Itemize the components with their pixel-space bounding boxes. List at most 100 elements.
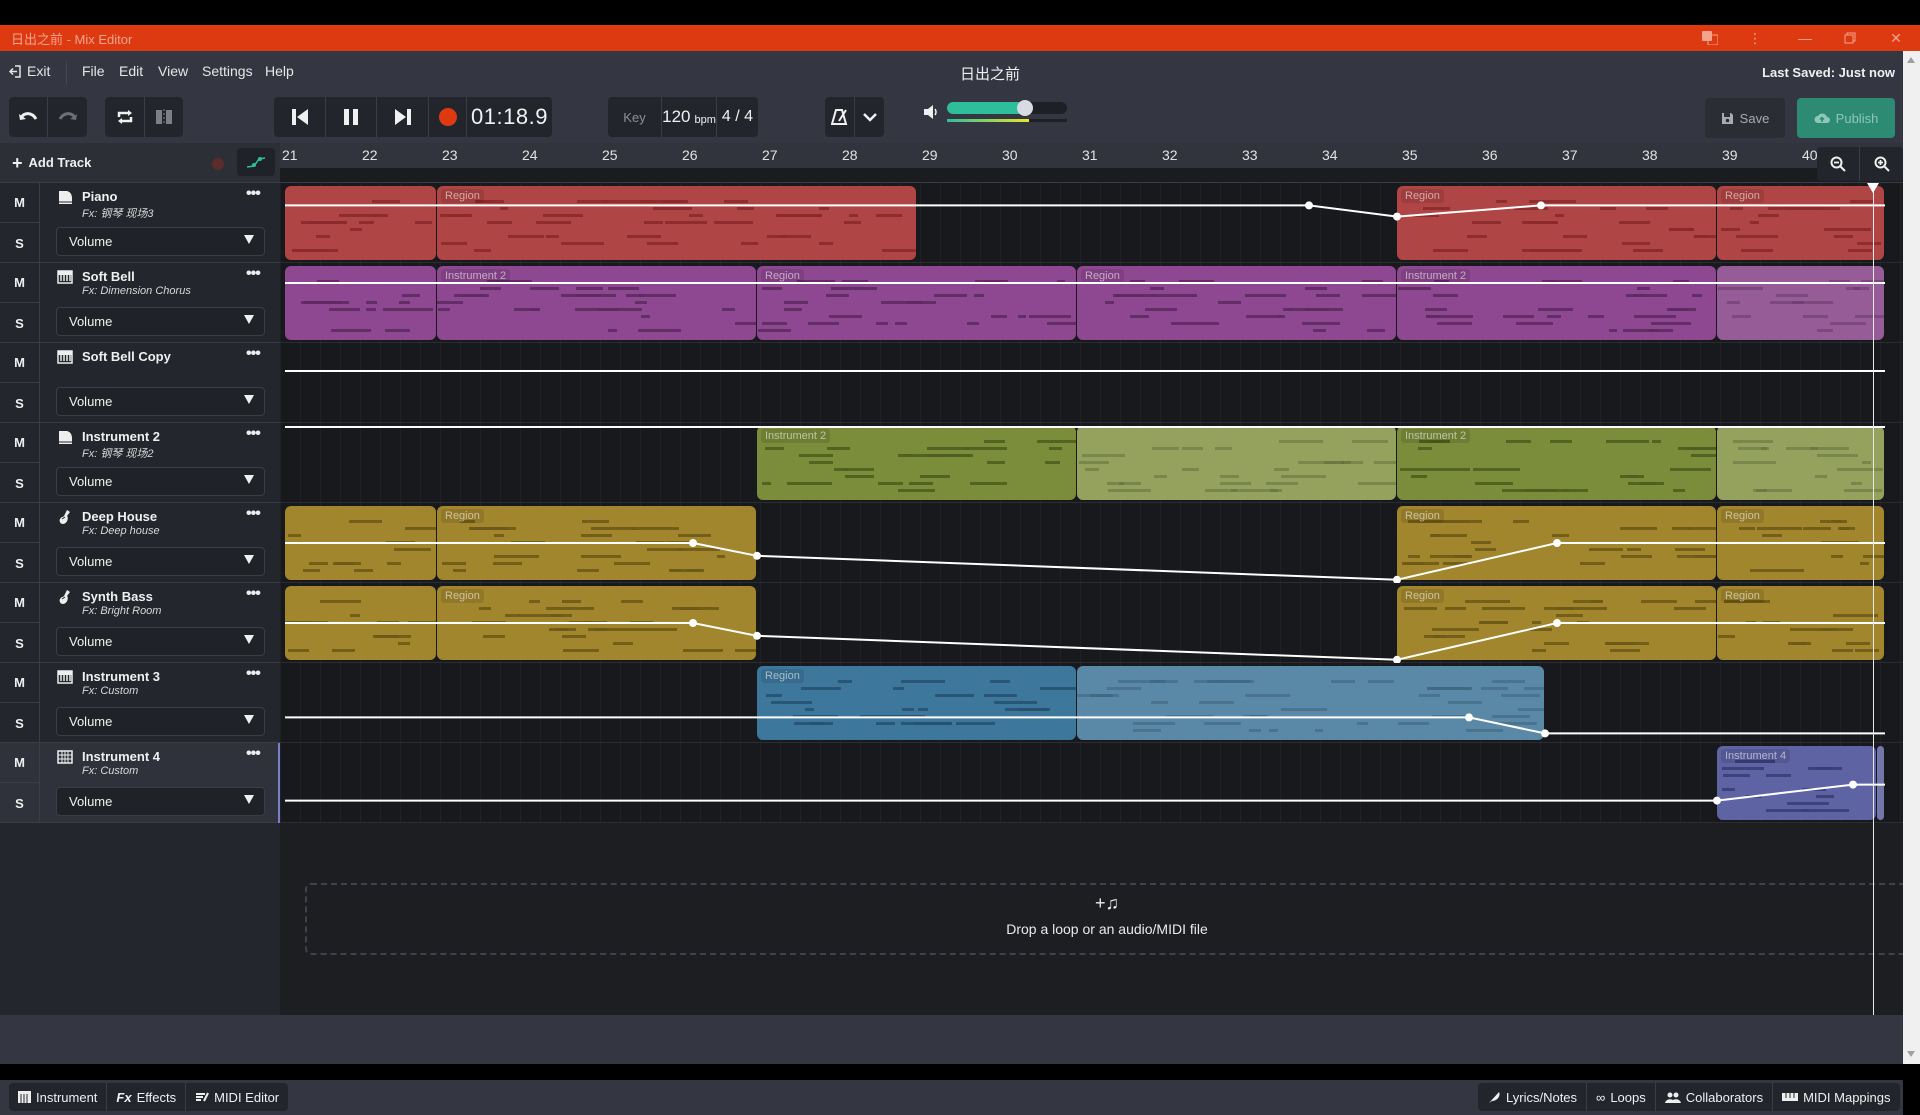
- track-more-icon[interactable]: •••: [246, 585, 261, 603]
- track-name[interactable]: Instrument 4: [82, 749, 160, 764]
- track-more-icon[interactable]: •••: [246, 665, 261, 683]
- track-lane[interactable]: Region: [280, 663, 1903, 743]
- track-name[interactable]: Soft Bell: [82, 269, 135, 284]
- solo-button[interactable]: S: [0, 543, 40, 583]
- solo-button[interactable]: S: [0, 463, 40, 503]
- add-track-button[interactable]: + Add Track: [12, 154, 91, 172]
- track-lane[interactable]: Region Region Region: [280, 583, 1903, 663]
- region[interactable]: Instrument 2: [757, 426, 1076, 500]
- scroll-up-icon[interactable]: [1907, 57, 1915, 63]
- mute-button[interactable]: M: [0, 183, 40, 223]
- track-more-icon[interactable]: •••: [246, 265, 261, 283]
- mute-button[interactable]: M: [0, 503, 40, 543]
- vertical-scrollbar[interactable]: [1903, 51, 1920, 1064]
- automation-param-select[interactable]: Volume: [56, 787, 265, 816]
- track-more-icon[interactable]: •••: [246, 425, 261, 443]
- bottom-tab-collaborators[interactable]: Collaborators: [1656, 1083, 1774, 1111]
- track-name[interactable]: Piano: [82, 189, 117, 204]
- region[interactable]: [1877, 746, 1884, 820]
- bottom-tab-loops[interactable]: ∞ Loops: [1587, 1083, 1656, 1111]
- track-header[interactable]: M S Instrument 3 Fx: Custom ••• Volume: [0, 663, 280, 743]
- metronome-button[interactable]: [825, 97, 855, 137]
- region[interactable]: Instrument 4: [1717, 746, 1876, 820]
- region[interactable]: [285, 266, 436, 340]
- track-lane[interactable]: Region Region Region: [280, 503, 1903, 583]
- zoom-out-button[interactable]: [1817, 147, 1860, 181]
- track-name[interactable]: Soft Bell Copy: [82, 349, 171, 364]
- region[interactable]: Region: [1077, 266, 1396, 340]
- track-header[interactable]: M S Piano Fx: 钢琴 现场3 ••• Volume: [0, 183, 280, 263]
- track-more-icon[interactable]: •••: [246, 345, 261, 363]
- zoom-in-button[interactable]: [1860, 147, 1903, 181]
- save-button[interactable]: Save: [1705, 98, 1785, 138]
- loop-button[interactable]: [105, 97, 145, 137]
- metronome-options-button[interactable]: [855, 97, 884, 137]
- track-lane[interactable]: Instrument 2 Instrument 2: [280, 423, 1903, 503]
- track-more-icon[interactable]: •••: [246, 505, 261, 523]
- track-more-icon[interactable]: •••: [246, 185, 261, 203]
- close-icon[interactable]: ✕: [1876, 25, 1916, 51]
- region[interactable]: Region: [1717, 586, 1884, 660]
- solo-button[interactable]: S: [0, 623, 40, 663]
- automation-param-select[interactable]: Volume: [56, 467, 265, 496]
- timeline[interactable]: 21 22 23 24 25 26 27 28 29 30 31 32 33 34 35 36 37 38 39 40…: [280, 143, 1903, 1015]
- region[interactable]: [1077, 426, 1396, 500]
- track-header[interactable]: M S Soft Bell Fx: Dimension Chorus ••• V…: [0, 263, 280, 343]
- scroll-down-icon[interactable]: [1907, 1051, 1915, 1057]
- record-arm-icon[interactable]: [212, 158, 224, 170]
- region[interactable]: Region: [1717, 186, 1884, 260]
- track-lane[interactable]: [280, 343, 1903, 423]
- track-name[interactable]: Deep House: [82, 509, 157, 524]
- time-signature-button[interactable]: 4 / 4: [717, 97, 758, 137]
- bottom-tab-midi-editor[interactable]: MIDI Editor: [186, 1083, 288, 1111]
- undo-button[interactable]: [9, 97, 48, 137]
- mute-button[interactable]: M: [0, 343, 40, 383]
- automation-curve[interactable]: [280, 343, 1903, 423]
- bottom-tab-effects[interactable]: Fx Effects: [107, 1083, 187, 1111]
- bottom-tab-lyrics-notes[interactable]: Lyrics/Notes: [1478, 1083, 1588, 1111]
- region[interactable]: Region: [1397, 586, 1716, 660]
- skip-back-button[interactable]: [274, 97, 326, 137]
- solo-button[interactable]: S: [0, 783, 40, 823]
- region[interactable]: Region: [437, 586, 756, 660]
- bottom-tab-midi-mappings[interactable]: MIDI Mappings: [1773, 1083, 1899, 1111]
- master-volume-slider[interactable]: [947, 100, 1067, 116]
- solo-button[interactable]: S: [0, 223, 40, 263]
- track-header[interactable]: M S Synth Bass Fx: Bright Room ••• Volum…: [0, 583, 280, 663]
- volume-thumb[interactable]: [1017, 100, 1033, 116]
- solo-button[interactable]: S: [0, 383, 40, 423]
- mute-button[interactable]: M: [0, 743, 40, 783]
- mute-button[interactable]: M: [0, 663, 40, 703]
- mute-button[interactable]: M: [0, 423, 40, 463]
- region[interactable]: [285, 186, 436, 260]
- region[interactable]: Instrument 2: [437, 266, 756, 340]
- automation-param-select[interactable]: Volume: [56, 307, 265, 336]
- track-lane[interactable]: Instrument 4: [280, 743, 1903, 823]
- region[interactable]: Region: [757, 666, 1076, 740]
- automation-param-select[interactable]: Volume: [56, 627, 265, 656]
- region[interactable]: [285, 506, 436, 580]
- track-header[interactable]: M S Instrument 4 Fx: Custom ••• Volume: [0, 743, 280, 823]
- mute-button[interactable]: M: [0, 263, 40, 303]
- key-button[interactable]: Key: [608, 97, 662, 137]
- automation-param-select[interactable]: Volume: [56, 547, 265, 576]
- track-name[interactable]: Instrument 3: [82, 669, 160, 684]
- solo-button[interactable]: S: [0, 303, 40, 343]
- region[interactable]: [1717, 266, 1884, 340]
- track-name[interactable]: Synth Bass: [82, 589, 153, 604]
- track-name[interactable]: Instrument 2: [82, 429, 160, 444]
- automation-point[interactable]: [1305, 201, 1313, 210]
- solo-button[interactable]: S: [0, 703, 40, 743]
- region[interactable]: [1717, 426, 1884, 500]
- region[interactable]: Instrument 2: [1397, 266, 1716, 340]
- track-more-icon[interactable]: •••: [246, 745, 261, 763]
- skip-forward-button[interactable]: [377, 97, 429, 137]
- playhead-handle[interactable]: [1867, 183, 1879, 193]
- region[interactable]: Region: [437, 186, 916, 260]
- bottom-tab-instrument[interactable]: Instrument: [9, 1083, 108, 1111]
- track-header[interactable]: M S Instrument 2 Fx: 钢琴 现场2 ••• Volume: [0, 423, 280, 503]
- region[interactable]: Region: [1397, 186, 1716, 260]
- split-button[interactable]: [145, 97, 183, 137]
- timeline-ruler[interactable]: 21 22 23 24 25 26 27 28 29 30 31 32 33 34 35 36 37 38 39 40: [280, 143, 1903, 168]
- region[interactable]: [1077, 666, 1544, 740]
